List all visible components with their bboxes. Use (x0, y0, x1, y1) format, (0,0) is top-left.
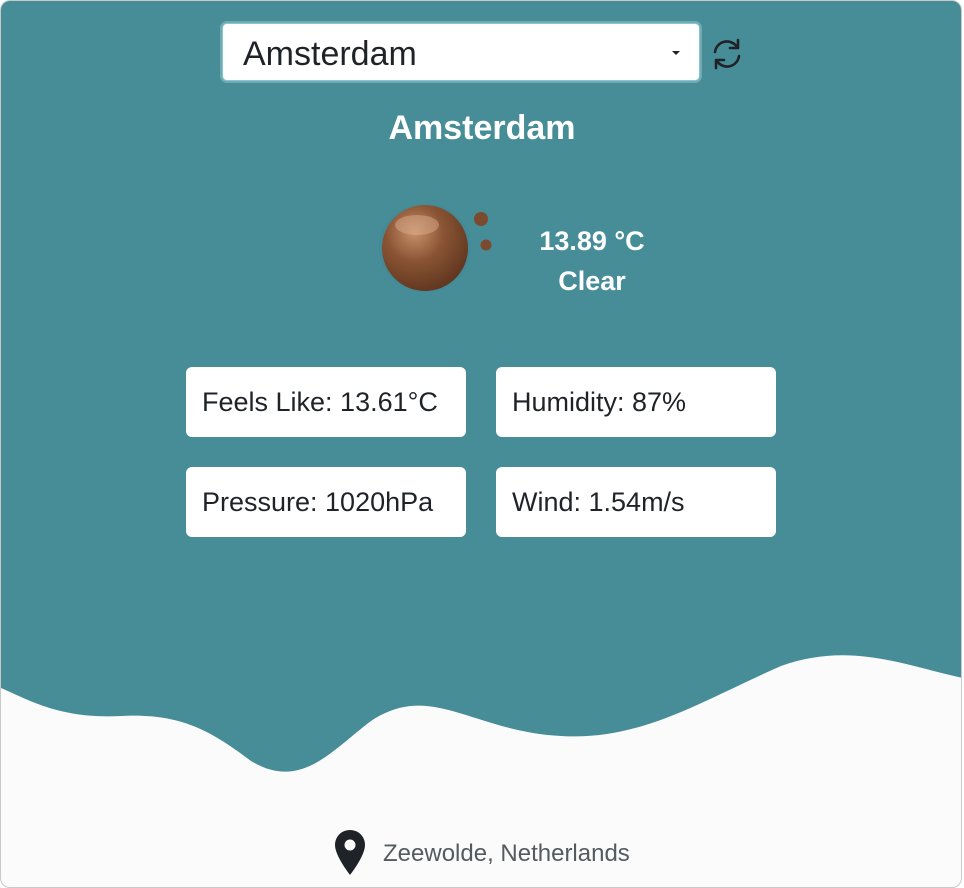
location-footer: Zeewolde, Netherlands (1, 827, 961, 881)
temperature-value: 13.89 °C (539, 226, 645, 256)
refresh-icon (713, 38, 741, 70)
temperature-block: 13.89 °C Clear (511, 221, 673, 301)
humidity-card: Humidity: 87% (496, 367, 776, 437)
feels-like-card: Feels Like: 13.61°C (186, 367, 466, 437)
weather-condition: Clear (558, 266, 626, 296)
weather-card: Amsterdam Amsterdam 13.89 °C Clear Feels… (0, 0, 962, 888)
wind-card: Wind: 1.54m/s (496, 467, 776, 537)
pressure-card: Pressure: 1020hPa (186, 467, 466, 537)
city-select-value: Amsterdam (243, 35, 417, 73)
clear-weather-icon (379, 204, 492, 292)
location-text: Zeewolde, Netherlands (383, 840, 630, 867)
city-select[interactable]: Amsterdam (222, 23, 700, 81)
location-pin-icon (335, 830, 365, 875)
caret-down-icon (672, 51, 680, 55)
refresh-button[interactable] (710, 37, 744, 71)
city-title: Amsterdam (388, 109, 576, 147)
